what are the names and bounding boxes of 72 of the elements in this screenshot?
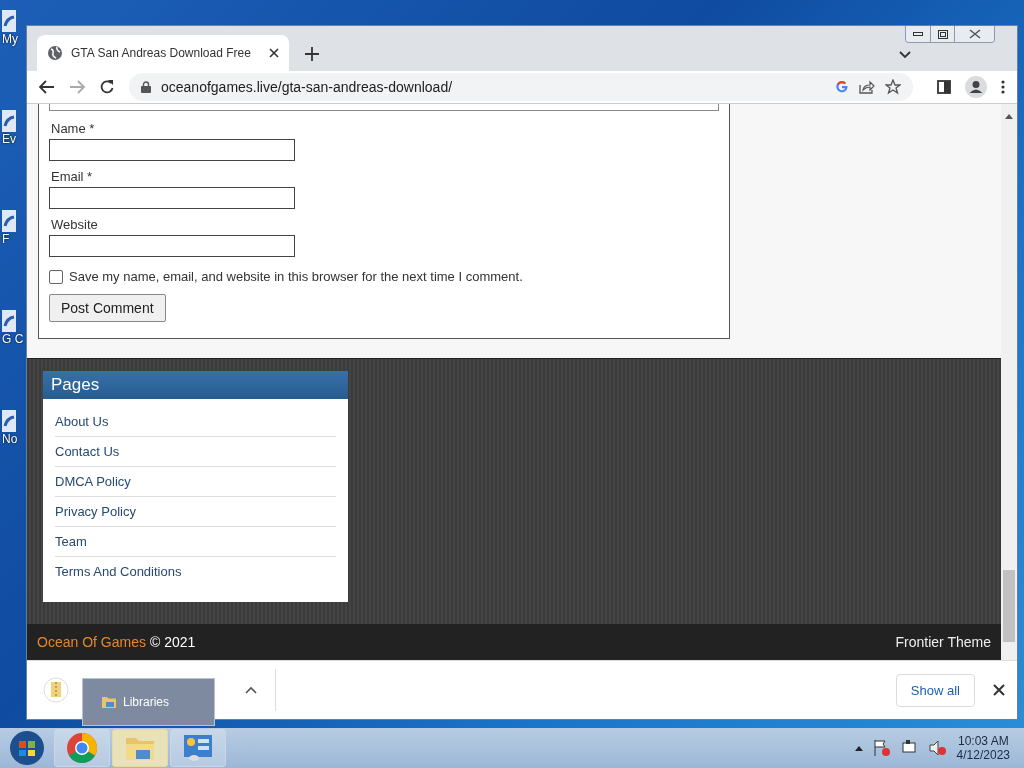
checkbox[interactable] bbox=[49, 269, 63, 284]
share-icon bbox=[859, 80, 875, 94]
theme-credit: Frontier Theme bbox=[895, 634, 991, 651]
star-icon bbox=[885, 79, 901, 95]
field-label: Name * bbox=[50, 121, 96, 138]
checkbox-label: Save my name, email, and website in this browser for the next time I comment. bbox=[69, 269, 523, 284]
widget-title: Pages bbox=[43, 371, 348, 400]
desktop-icon-label: My bbox=[2, 32, 19, 47]
taskbar-button[interactable] bbox=[54, 729, 110, 767]
maximize-icon bbox=[937, 29, 948, 39]
tooltip-label: Libraries bbox=[123, 695, 170, 709]
page-link[interactable]: Team bbox=[55, 527, 336, 558]
close-button[interactable] bbox=[954, 26, 994, 42]
url-text: oceanofgames.live/gta-san-andreas-download/ bbox=[161, 79, 454, 95]
speaker-icon bbox=[928, 739, 947, 757]
clock-time: 10:03 AM bbox=[957, 734, 1009, 748]
browser-tab[interactable]: GTA San Andreas Download Free bbox=[37, 35, 289, 71]
zip-file-icon bbox=[43, 677, 69, 703]
taskbar-button[interactable] bbox=[112, 729, 168, 767]
expand-button[interactable] bbox=[245, 686, 257, 694]
show-hidden-icons bbox=[854, 745, 863, 751]
scrollbar-thumb[interactable] bbox=[1003, 570, 1015, 642]
desktop-icon-label: G C bbox=[2, 332, 24, 347]
page-link[interactable]: Terms And Conditions bbox=[55, 557, 336, 587]
shortcut-icon bbox=[2, 410, 16, 432]
text-field[interactable] bbox=[49, 235, 295, 257]
show-all-button[interactable]: Show all bbox=[895, 673, 975, 707]
shortcut-icon bbox=[2, 110, 16, 132]
lock-icon bbox=[141, 81, 151, 93]
address-bar[interactable]: oceanofgames.live/gta-san-andreas-download/ bbox=[129, 73, 913, 101]
control-panel-icon bbox=[182, 733, 214, 763]
close-icon[interactable] bbox=[269, 48, 279, 58]
close-icon bbox=[968, 29, 981, 39]
field-label: Website bbox=[50, 217, 99, 234]
maximize-button[interactable] bbox=[930, 26, 954, 42]
desktop-icon-label: F bbox=[2, 232, 11, 247]
copyright-text: © 2021 bbox=[149, 634, 196, 651]
field-label: Email * bbox=[50, 169, 94, 186]
text-field[interactable] bbox=[49, 187, 295, 209]
globe-icon bbox=[47, 45, 63, 61]
folder-icon bbox=[101, 695, 117, 709]
site-link[interactable]: Ocean Of Games bbox=[37, 634, 146, 651]
reload-button[interactable] bbox=[99, 79, 115, 95]
shortcut-icon bbox=[2, 10, 16, 32]
menu-button[interactable] bbox=[1001, 80, 1005, 94]
shortcut-icon bbox=[2, 210, 16, 232]
chrome-icon bbox=[66, 732, 98, 764]
post-comment-button[interactable]: Post Comment bbox=[49, 294, 166, 322]
tab-list-button[interactable] bbox=[899, 51, 911, 59]
minimize-button[interactable] bbox=[906, 26, 930, 42]
taskbar-button[interactable] bbox=[170, 729, 226, 767]
minimize-icon bbox=[913, 32, 923, 36]
side-panel-button[interactable] bbox=[937, 80, 951, 94]
new-tab-button[interactable] bbox=[305, 47, 319, 61]
clock-date: 4/12/2023 bbox=[956, 748, 1010, 762]
flag-icon bbox=[872, 739, 891, 757]
back-button[interactable] bbox=[39, 80, 55, 94]
scrollbar[interactable] bbox=[1001, 104, 1017, 660]
close-icon[interactable] bbox=[993, 684, 1005, 696]
desktop-icon-label: No bbox=[2, 432, 19, 447]
page-link[interactable]: Contact Us bbox=[55, 437, 336, 468]
scroll-up-icon bbox=[1005, 114, 1013, 119]
profile-button[interactable] bbox=[965, 76, 987, 98]
desktop-icon-label: Ev bbox=[2, 132, 17, 147]
comment-textarea[interactable] bbox=[49, 104, 719, 111]
shortcut-icon bbox=[2, 310, 16, 332]
google-icon bbox=[835, 80, 849, 94]
page-link[interactable]: DMCA Policy bbox=[55, 467, 336, 498]
page-link[interactable]: About Us bbox=[55, 407, 336, 438]
text-field[interactable] bbox=[49, 139, 295, 161]
tab-title: GTA San Andreas Download Free bbox=[71, 46, 252, 60]
page-link[interactable]: Privacy Policy bbox=[55, 497, 336, 528]
